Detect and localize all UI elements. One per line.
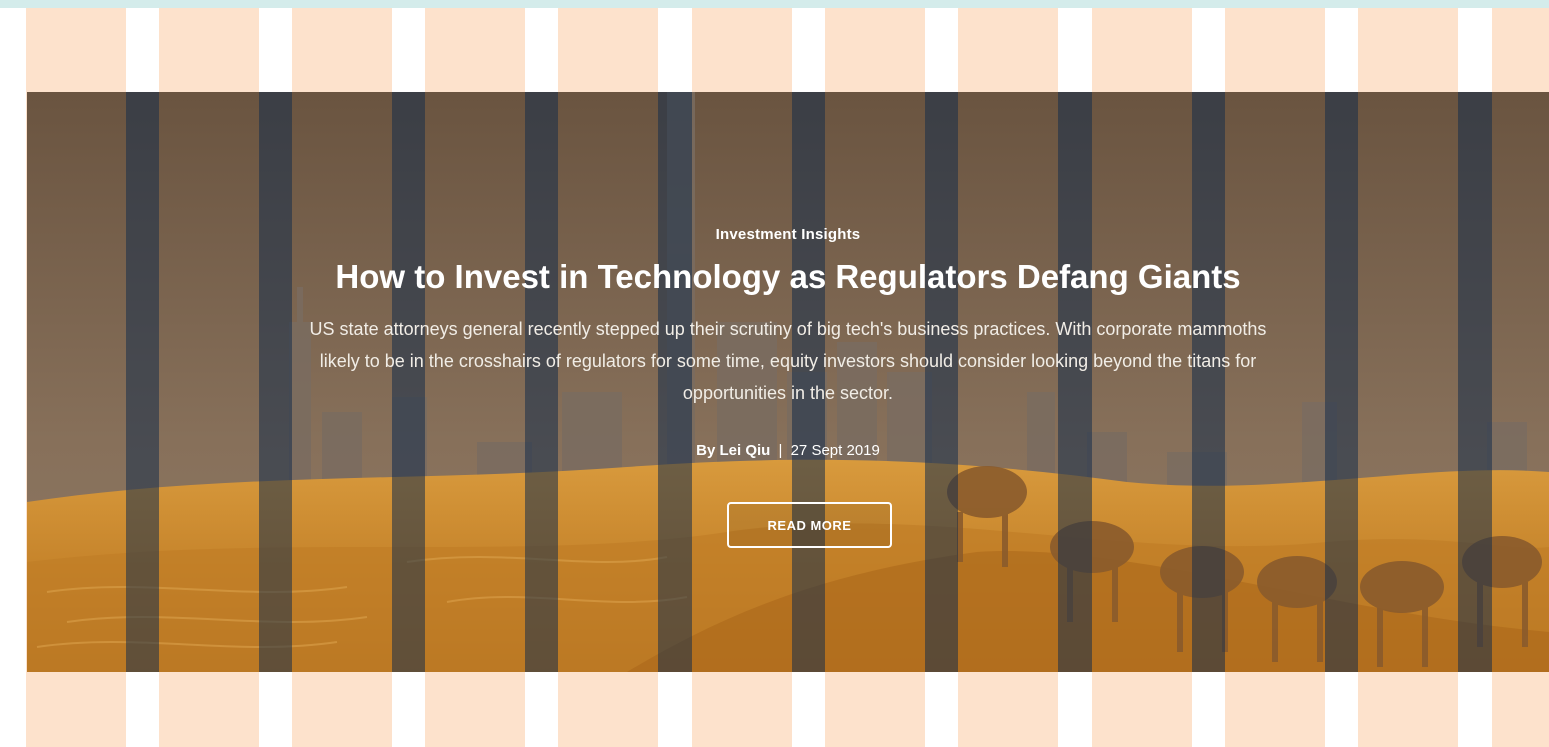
top-accent-bar — [0, 0, 1549, 8]
article-summary: US state attorneys general recently step… — [309, 319, 1267, 403]
author-name[interactable]: By Lei Qiu — [696, 442, 770, 459]
article-byline: By Lei Qiu | 27 Sept 2019 — [27, 442, 1549, 459]
hero-banner: Investment Insights How to Invest in Tec… — [27, 92, 1549, 672]
publish-date: 27 Sept 2019 — [790, 442, 880, 459]
article-headline[interactable]: How to Invest in Technology as Regulator… — [27, 258, 1549, 296]
read-more-button[interactable]: READ MORE — [727, 502, 892, 548]
article-category[interactable]: Investment Insights — [27, 226, 1549, 243]
hero-content: Investment Insights How to Invest in Tec… — [27, 92, 1549, 672]
byline-separator: | — [778, 442, 783, 459]
